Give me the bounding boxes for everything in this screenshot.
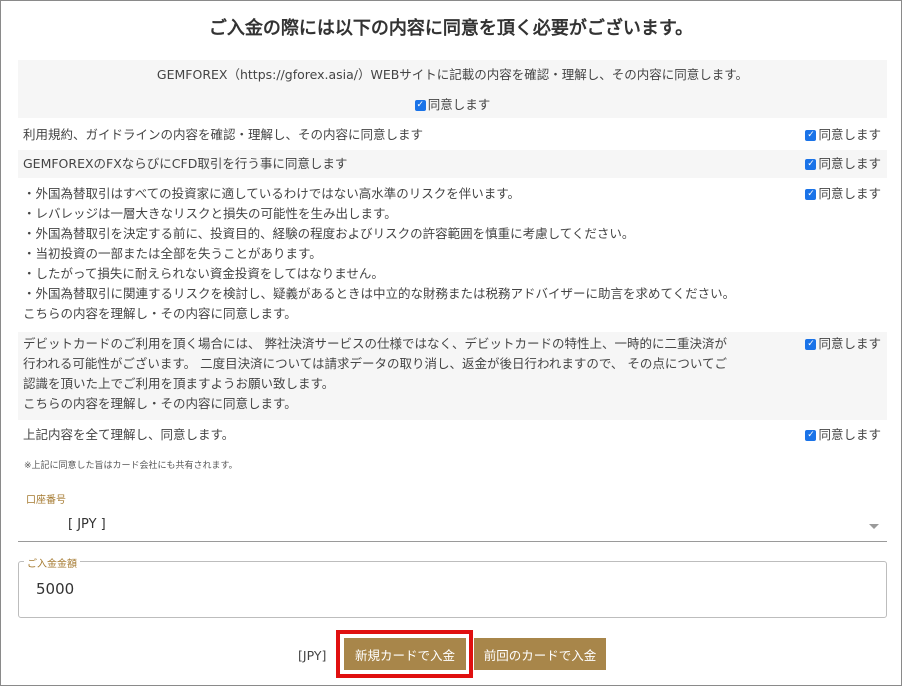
agreement-all-text: 上記内容を全て理解し、同意します。 [23,427,235,442]
checkbox-checked-icon[interactable]: ✓ [805,429,817,441]
new-card-deposit-button[interactable]: 新規カードで入金 [344,638,466,670]
checkbox-checked-icon[interactable]: ✓ [414,99,426,111]
agreement-fx-cfd: GEMFOREXのFXならびにCFD取引を行う事に同意します ✓ 同意します [18,150,887,178]
checkbox-checked-icon[interactable]: ✓ [805,129,817,141]
agreement-debit-checkbox[interactable]: ✓ 同意します [805,334,881,354]
agreement-check-label: 同意します [818,427,881,442]
agreement-fx-cfd-text: GEMFOREXのFXならびにCFD取引を行う事に同意します [23,156,348,171]
agreement-risk-text: ・外国為替取引はすべての投資家に適しているわけではない高水準のリスクを伴います。… [23,184,735,324]
risk-line: ・当初投資の一部または全部を失うことがあります。 [23,246,322,261]
risk-line: ・外国為替取引に関連するリスクを検討し、疑義があるときは中立的な財務または税務ア… [23,286,736,301]
page-title: ご入金の際には以下の内容に同意を頂く必要がございます。 [208,18,694,39]
risk-line: ・外国為替取引はすべての投資家に適しているわけではない高水準のリスクを伴います。 [23,186,521,201]
deposit-amount-value[interactable]: 5000 [36,580,74,598]
risk-line: ・レバレッジは一層大きなリスクと損失の可能性を生み出します。 [23,206,397,221]
debit-line: 認識を頂いた上でご利用を頂ますようお願い致します。 [23,376,335,391]
agreement-check-label: 同意します [818,336,881,351]
account-number-value: [ JPY ] [68,517,106,532]
agreement-check-label: 同意します [818,156,881,171]
agreement-website: GEMFOREX（https://gforex.asia/）WEBサイトに記載の… [18,60,887,118]
agreement-check-label: 同意します [818,127,881,142]
risk-line: ・したがって損失に耐えられない資金投資をしてはなりません。 [23,266,384,281]
agreement-fx-cfd-checkbox[interactable]: ✓ 同意します [805,154,881,174]
agreement-terms: 利用規約、ガイドラインの内容を確認・理解し、その内容に同意します ✓ 同意します [18,124,887,148]
checkbox-checked-icon[interactable]: ✓ [805,338,817,350]
card-share-note: ※上記に同意した旨はカード会社にも共有されます。 [24,461,238,471]
agreement-debit-text: デビットカードのご利用を頂く場合には、 弊社決済サービスの仕様ではなく、デビット… [23,334,727,414]
previous-card-deposit-button[interactable]: 前回のカードで入金 [474,638,606,670]
agreement-terms-text: 利用規約、ガイドラインの内容を確認・理解し、その内容に同意します [23,127,424,142]
agreement-debit-card: デビットカードのご利用を頂く場合には、 弊社決済サービスの仕様ではなく、デビット… [18,332,887,420]
currency-label: [JPY] [298,648,327,663]
agreement-all: 上記内容を全て理解し、同意します。 ✓ 同意します [18,424,887,448]
risk-line: ・外国為替取引を決定する前に、投資目的、経験の程度およびリスクの許容範囲を慎重に… [23,226,635,241]
agreement-check-label: 同意します [818,186,881,201]
account-number-select[interactable]: [ JPY ] [18,512,887,542]
risk-line: こちらの内容を理解し・その内容に同意します。 [23,306,297,321]
debit-line: 行われる可能性がございます。 二度目決済については請求データの取り消し、返金が後… [23,356,727,371]
agreement-website-text: GEMFOREX（https://gforex.asia/）WEBサイトに記載の… [156,67,749,82]
deposit-amount-label: ご入金金額 [24,555,80,570]
checkbox-checked-icon[interactable]: ✓ [805,158,817,170]
deposit-amount-field[interactable] [18,561,887,618]
debit-line: こちらの内容を理解し・その内容に同意します。 [23,396,297,411]
agreement-website-checkbox[interactable]: ✓ 同意します [18,95,887,115]
debit-line: デビットカードのご利用を頂く場合には、 弊社決済サービスの仕様ではなく、デビット… [23,336,727,351]
agreement-terms-checkbox[interactable]: ✓ 同意します [805,125,881,145]
agreement-all-checkbox[interactable]: ✓ 同意します [805,425,881,445]
account-number-label: 口座番号 [26,495,66,506]
checkbox-checked-icon[interactable]: ✓ [805,188,817,200]
agreement-risk: ・外国為替取引はすべての投資家に適しているわけではない高水準のリスクを伴います。… [18,182,887,328]
dropdown-arrow-icon[interactable] [869,524,879,529]
agreement-check-label: 同意します [427,97,491,112]
agreement-risk-checkbox[interactable]: ✓ 同意します [805,184,881,204]
